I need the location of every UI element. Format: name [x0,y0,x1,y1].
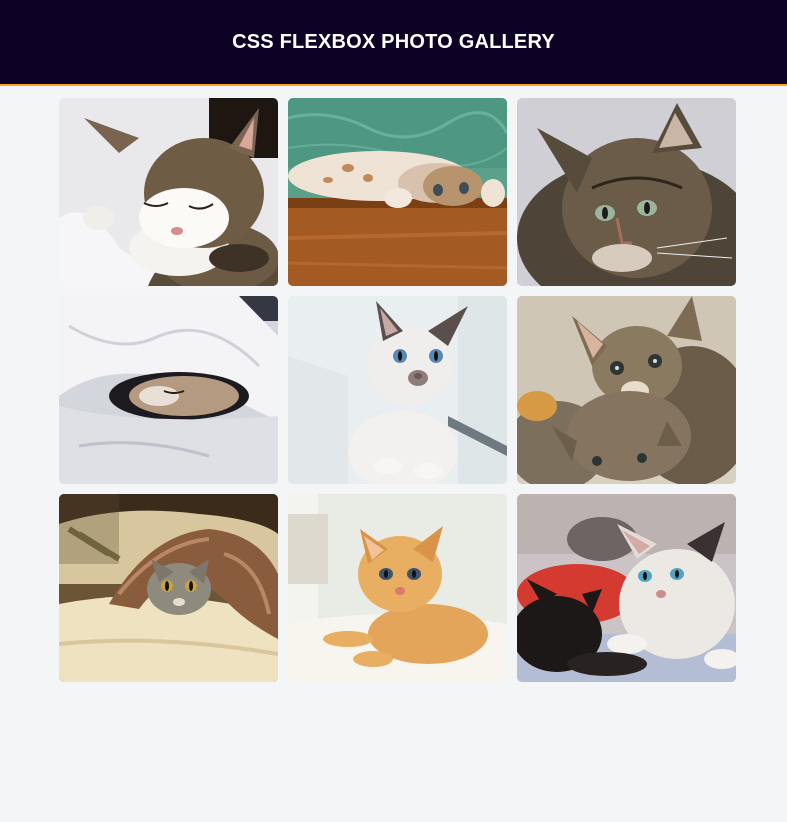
cat-photo-image [59,98,278,286]
gallery-photo-black-and-white-kittens[interactable] [517,494,736,682]
cat-photo-image [517,296,736,484]
gallery-photo-orange-kitten[interactable] [288,494,507,682]
gallery-photo-sleeping-cat[interactable] [59,98,278,286]
cat-photo-image [517,98,736,286]
page-header: CSS FLEXBOX PHOTO GALLERY [0,0,787,86]
gallery-photo-upside-down-kitten[interactable] [288,98,507,286]
gallery-photo-white-kitten[interactable] [288,296,507,484]
cat-photo-image [59,296,278,484]
gallery-photo-two-tabby-kittens[interactable] [517,296,736,484]
cat-photo-image [288,494,507,682]
cat-photo-image [288,296,507,484]
cat-photo-image [517,494,736,682]
page-title: CSS FLEXBOX PHOTO GALLERY [232,30,555,53]
gallery-photo-kitten-under-blanket[interactable] [59,494,278,682]
cat-photo-image [288,98,507,286]
gallery-photo-tabby-portrait[interactable] [517,98,736,286]
cat-photo-image [59,494,278,682]
gallery-photo-kitten-under-duvet[interactable] [59,296,278,484]
photo-gallery [59,98,736,682]
